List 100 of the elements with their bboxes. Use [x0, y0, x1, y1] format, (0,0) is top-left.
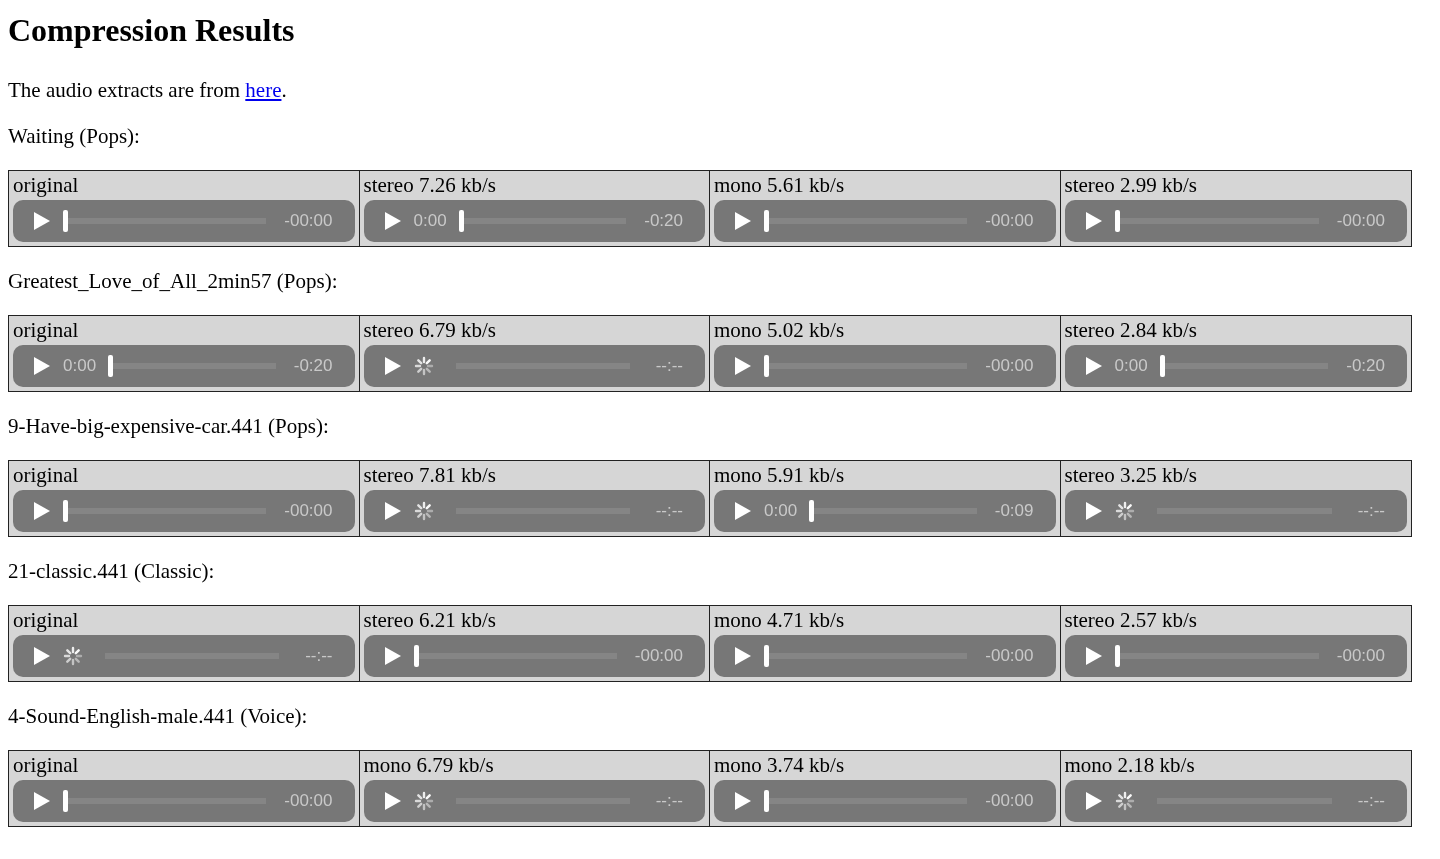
- elapsed-time: 0:00: [1114, 356, 1148, 376]
- seek-handle[interactable]: [1114, 210, 1120, 232]
- track-title: 4-Sound-English-male.441 (Voice):: [8, 704, 309, 728]
- track-title: Waiting (Pops):: [8, 124, 141, 148]
- play-icon[interactable]: [1084, 791, 1103, 811]
- audio-player[interactable]: 0:00 -0:20: [13, 345, 355, 387]
- audio-player[interactable]: 0:00 -0:20: [363, 200, 705, 242]
- loading-spinner-icon: [1114, 791, 1135, 811]
- play-icon[interactable]: [734, 791, 752, 811]
- seek-handle[interactable]: [1114, 645, 1120, 667]
- seek-handle[interactable]: [413, 645, 419, 667]
- loading-spinner-icon: [413, 791, 434, 811]
- play-icon[interactable]: [734, 501, 752, 521]
- seek-handle[interactable]: [1159, 355, 1165, 377]
- page-title: Compression Results: [8, 12, 296, 49]
- bitrate-label: stereo 7.81 kb/s: [363, 463, 496, 487]
- elapsed-time: 0:00: [413, 211, 447, 231]
- audio-player[interactable]: --:--: [1064, 490, 1407, 532]
- audio-player[interactable]: -00:00: [13, 490, 355, 532]
- audio-player[interactable]: --:--: [1064, 780, 1407, 822]
- play-icon[interactable]: [33, 356, 51, 376]
- play-icon[interactable]: [1084, 501, 1103, 521]
- play-icon[interactable]: [1084, 356, 1103, 376]
- audio-player[interactable]: 0:00 -0:20: [1064, 345, 1407, 387]
- bitrate-label: original: [13, 318, 79, 342]
- elapsed-time: 0:00: [63, 356, 97, 376]
- seek-handle[interactable]: [63, 790, 68, 812]
- audio-player[interactable]: -00:00: [714, 345, 1056, 387]
- seek-handle[interactable]: [63, 210, 68, 232]
- bitrate-label: original: [13, 608, 79, 632]
- track-title: 9-Have-big-expensive-car.441 (Pops):: [8, 414, 330, 438]
- seek-handle[interactable]: [63, 500, 68, 522]
- bitrate-label: stereo 6.21 kb/s: [363, 608, 496, 632]
- audio-player[interactable]: -00:00: [1064, 635, 1407, 677]
- play-icon[interactable]: [33, 646, 51, 666]
- bitrate-label: original: [13, 173, 79, 197]
- bitrate-label: mono 5.91 kb/s: [714, 463, 845, 487]
- play-icon[interactable]: [33, 211, 51, 231]
- bitrate-label: stereo 3.25 kb/s: [1064, 463, 1197, 487]
- seek-handle[interactable]: [764, 355, 769, 377]
- remaining-time: -00:00: [634, 646, 683, 666]
- audio-player[interactable]: -00:00: [714, 780, 1056, 822]
- remaining-time: --:--: [1357, 501, 1385, 521]
- audio-player[interactable]: --:--: [363, 490, 705, 532]
- play-icon[interactable]: [33, 501, 51, 521]
- remaining-time: -0:20: [1346, 356, 1385, 376]
- audio-player[interactable]: -00:00: [714, 635, 1056, 677]
- bitrate-label: stereo 2.57 kb/s: [1064, 608, 1197, 632]
- play-icon[interactable]: [734, 646, 752, 666]
- remaining-time: --:--: [655, 501, 683, 521]
- audio-player[interactable]: -00:00: [363, 635, 705, 677]
- audio-player[interactable]: -00:00: [13, 780, 355, 822]
- remaining-time: -00:00: [1336, 646, 1385, 666]
- remaining-time: -00:00: [1336, 211, 1385, 231]
- remaining-time: -00:00: [284, 211, 333, 231]
- audio-player[interactable]: --:--: [363, 345, 705, 387]
- audio-player[interactable]: --:--: [13, 635, 355, 677]
- seek-handle[interactable]: [764, 210, 769, 232]
- play-icon[interactable]: [33, 791, 51, 811]
- audio-player[interactable]: --:--: [363, 780, 705, 822]
- play-icon[interactable]: [383, 501, 402, 521]
- seek-handle[interactable]: [809, 500, 815, 522]
- play-icon[interactable]: [734, 356, 752, 376]
- remaining-time: -00:00: [985, 356, 1034, 376]
- audio-player[interactable]: 0:00 -0:09: [714, 490, 1056, 532]
- seek-handle[interactable]: [764, 645, 769, 667]
- bitrate-label: original: [13, 753, 79, 777]
- bitrate-label: mono 5.02 kb/s: [714, 318, 845, 342]
- remaining-time: --:--: [305, 646, 333, 666]
- bitrate-label: stereo 2.99 kb/s: [1064, 173, 1197, 197]
- remaining-time: -0:20: [644, 211, 683, 231]
- remaining-time: -00:00: [284, 791, 333, 811]
- remaining-time: -00:00: [985, 791, 1034, 811]
- play-icon[interactable]: [383, 356, 402, 376]
- bitrate-label: stereo 7.26 kb/s: [363, 173, 496, 197]
- bitrate-label: mono 2.18 kb/s: [1064, 753, 1195, 777]
- play-icon[interactable]: [383, 211, 402, 231]
- audio-player[interactable]: -00:00: [714, 200, 1056, 242]
- play-icon[interactable]: [383, 791, 402, 811]
- source-link[interactable]: here: [245, 78, 282, 102]
- bitrate-label: stereo 2.84 kb/s: [1064, 318, 1197, 342]
- bitrate-label: original: [13, 463, 79, 487]
- remaining-time: -0:20: [293, 356, 333, 376]
- play-icon[interactable]: [383, 646, 402, 666]
- play-icon[interactable]: [734, 211, 752, 231]
- bitrate-label: mono 5.61 kb/s: [714, 173, 845, 197]
- bitrate-label: mono 3.74 kb/s: [714, 753, 845, 777]
- remaining-time: -00:00: [284, 501, 333, 521]
- audio-player[interactable]: -00:00: [1064, 200, 1407, 242]
- intro-text: The audio extracts are from here.: [8, 78, 288, 102]
- remaining-time: --:--: [655, 791, 683, 811]
- elapsed-time: 0:00: [764, 501, 798, 521]
- play-icon[interactable]: [1084, 646, 1103, 666]
- seek-handle[interactable]: [108, 355, 114, 377]
- seek-handle[interactable]: [764, 790, 769, 812]
- remaining-time: --:--: [1357, 791, 1385, 811]
- audio-player[interactable]: -00:00: [13, 200, 355, 242]
- play-icon[interactable]: [1084, 211, 1103, 231]
- loading-spinner-icon: [413, 501, 434, 521]
- seek-handle[interactable]: [458, 210, 464, 232]
